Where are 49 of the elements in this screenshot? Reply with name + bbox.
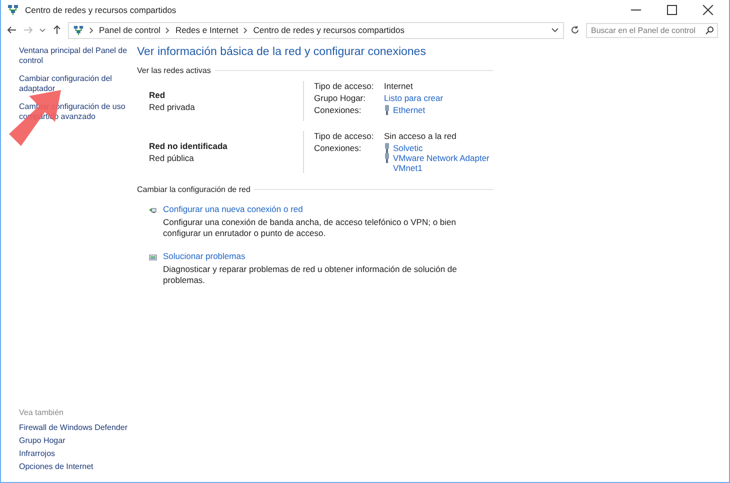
close-icon[interactable] [703, 5, 713, 15]
breadcrumb[interactable]: Redes e Internet [175, 25, 238, 35]
breadcrumb[interactable]: Panel de control [99, 25, 160, 35]
network-type: Red pública [149, 153, 195, 163]
see-also-link[interactable]: Grupo Hogar [19, 436, 137, 446]
connection-link[interactable]: VMware Network Adapter VMnet1 [393, 153, 493, 173]
refresh-icon[interactable] [570, 25, 580, 35]
search-field[interactable]: Buscar en el Panel de control [586, 22, 718, 38]
window-title: Centro de redes y recursos compartidos [25, 5, 176, 15]
section-title: Ver las redes activas [137, 66, 211, 75]
task-link[interactable]: Configurar una nueva conexión o red [163, 204, 493, 214]
see-also-title: Vea también [19, 408, 64, 417]
section-title: Cambiar la configuración de red [137, 185, 250, 194]
property-label: Conexiones: [314, 143, 362, 155]
chevron-icon [243, 26, 248, 34]
back-arrow-icon[interactable] [7, 25, 17, 35]
property-value: Sin acceso a la red [384, 131, 456, 141]
property-label: Grupo Hogar: [314, 93, 366, 103]
sidebar-link[interactable]: Cambiar configuración del adaptador [19, 74, 137, 94]
dropdown-icon[interactable] [39, 27, 46, 33]
network-name: Red no identificada [149, 141, 228, 151]
see-also-link[interactable]: Opciones de Internet [19, 462, 137, 472]
task-description: Configurar una conexión de banda ancha, de acceso telefónico o VPN; o bien configurar un enrutador o punto de acceso. [163, 217, 457, 239]
page-heading: Ver información básica de la red y configurar conexiones [137, 46, 427, 58]
task-link[interactable]: Solucionar problemas [163, 251, 493, 261]
address-bar[interactable]: Panel de control Redes e Internet Centro de redes y recursos compartidos [68, 22, 564, 38]
connection-link[interactable]: Ethernet [393, 105, 493, 115]
property-label: Tipo de acceso: [314, 131, 375, 141]
network-type: Red privada [149, 102, 196, 112]
property-value: Internet [384, 81, 413, 91]
network-name: Red [149, 90, 166, 100]
up-arrow-icon[interactable] [52, 25, 62, 35]
maximize-icon[interactable] [667, 5, 677, 15]
task-description: Diagnosticar y reparar problemas de red u obtener información de solución de problemas. [163, 264, 458, 286]
chevron-icon [165, 26, 170, 34]
ethernet-cable-icon [384, 105, 390, 115]
chevron-icon [89, 26, 94, 34]
see-also-link[interactable]: Infrarrojos [19, 449, 137, 459]
search-icon [705, 26, 714, 34]
see-also-link[interactable]: Firewall de Windows Defender [19, 423, 137, 433]
connection-link[interactable]: Solvetic [393, 143, 493, 153]
network-icon [7, 4, 19, 16]
property-label: Conexiones: [314, 105, 362, 115]
property-link[interactable]: Listo para crear [384, 93, 444, 103]
dropdown-icon[interactable] [551, 27, 559, 33]
network-icon [73, 24, 84, 36]
sidebar-link[interactable]: Ventana principal del Panel de control [19, 46, 137, 66]
property-label: Tipo de acceso: [314, 81, 375, 91]
breadcrumb[interactable]: Centro de redes y recursos compartidos [253, 25, 404, 35]
